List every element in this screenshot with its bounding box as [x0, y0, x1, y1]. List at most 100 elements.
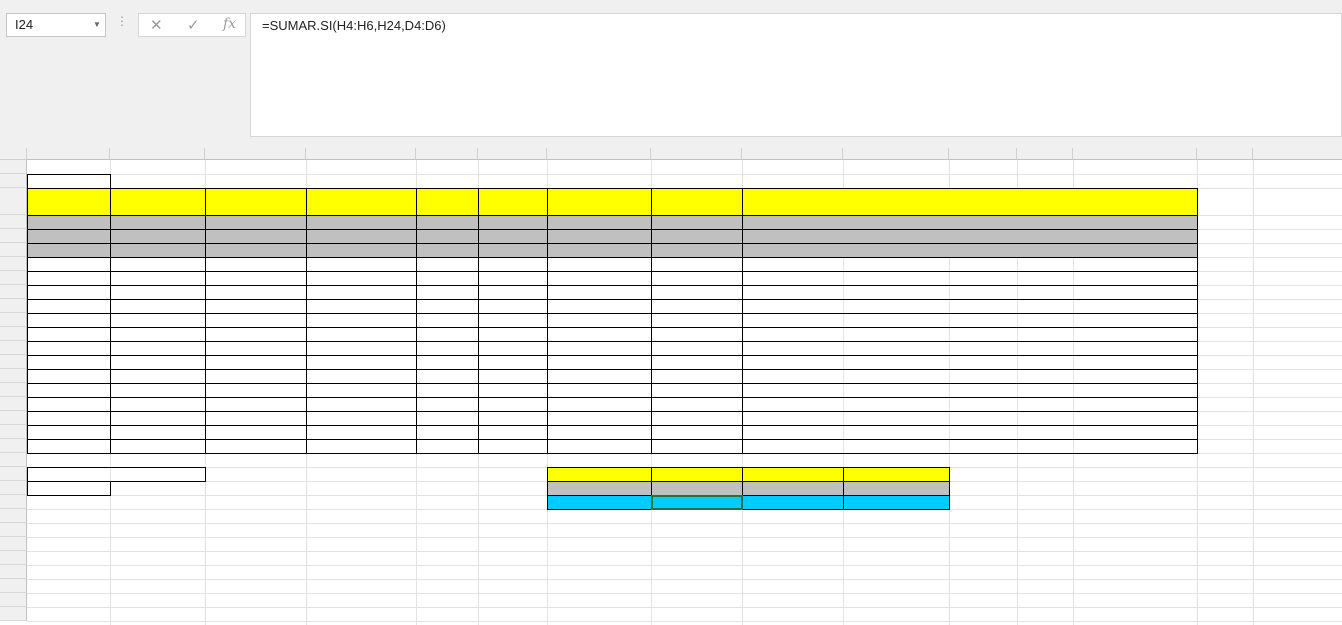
row-header-3[interactable]	[0, 188, 27, 215]
column-header-L[interactable]	[949, 148, 1017, 160]
empty-cell-r13-2[interactable]	[205, 341, 307, 356]
row-header-29[interactable]	[0, 565, 27, 579]
empty-cell-r13-3[interactable]	[306, 341, 417, 356]
empty-cell-r9-0[interactable]	[27, 285, 111, 300]
km-acumulats-value[interactable]	[27, 481, 111, 496]
empty-cell-r14-1[interactable]	[110, 355, 206, 370]
empty-cell-r17-2[interactable]	[205, 397, 307, 412]
empty-cell-r15-7[interactable]	[651, 369, 743, 384]
entry-2-col-7[interactable]	[651, 243, 743, 258]
row-header-28[interactable]	[0, 551, 27, 565]
empty-cell-r11-8[interactable]	[742, 313, 1198, 328]
empty-cell-r9-5[interactable]	[478, 285, 548, 300]
entry-1-col-1[interactable]	[110, 229, 206, 244]
row-header-18[interactable]	[0, 411, 27, 425]
empty-cell-r13-7[interactable]	[651, 341, 743, 356]
empty-cell-r17-6[interactable]	[547, 397, 652, 412]
header-velocitat[interactable]	[306, 188, 417, 216]
empty-cell-r10-0[interactable]	[27, 299, 111, 314]
empty-cell-r20-7[interactable]	[651, 439, 743, 454]
empty-cell-r7-6[interactable]	[547, 257, 652, 272]
empty-cell-r20-1[interactable]	[110, 439, 206, 454]
row-header-22[interactable]	[0, 467, 27, 481]
empty-cell-r18-1[interactable]	[110, 411, 206, 426]
row-header-16[interactable]	[0, 383, 27, 397]
empty-cell-r15-8[interactable]	[742, 369, 1198, 384]
empty-cell-r16-6[interactable]	[547, 383, 652, 398]
empty-cell-r16-3[interactable]	[306, 383, 417, 398]
empty-cell-r11-5[interactable]	[478, 313, 548, 328]
empty-cell-r12-5[interactable]	[478, 327, 548, 342]
empty-cell-r9-2[interactable]	[205, 285, 307, 300]
empty-cell-r7-7[interactable]	[651, 257, 743, 272]
row-header-14[interactable]	[0, 355, 27, 369]
row-header-21[interactable]	[0, 453, 27, 467]
empty-cell-r18-5[interactable]	[478, 411, 548, 426]
row-header-12[interactable]	[0, 327, 27, 341]
empty-cell-r17-8[interactable]	[742, 397, 1198, 412]
empty-cell-r17-7[interactable]	[651, 397, 743, 412]
empty-cell-r11-2[interactable]	[205, 313, 307, 328]
column-header-M[interactable]	[1017, 148, 1073, 160]
empty-cell-r13-1[interactable]	[110, 341, 206, 356]
empty-cell-r11-0[interactable]	[27, 313, 111, 328]
row-header-13[interactable]	[0, 341, 27, 355]
empty-cell-r19-4[interactable]	[416, 425, 479, 440]
entry-2-col-8[interactable]	[742, 243, 1198, 258]
summary-row-1-col-0[interactable]	[547, 495, 652, 510]
empty-cell-r18-6[interactable]	[547, 411, 652, 426]
row-header-19[interactable]	[0, 425, 27, 439]
entry-1-col-3[interactable]	[306, 229, 417, 244]
column-header-F[interactable]	[416, 148, 478, 160]
empty-cell-r8-3[interactable]	[306, 271, 417, 286]
column-header-E[interactable]	[306, 148, 416, 160]
empty-cell-r13-8[interactable]	[742, 341, 1198, 356]
empty-cell-r14-2[interactable]	[205, 355, 307, 370]
header-dia[interactable]	[27, 188, 111, 216]
empty-cell-r20-0[interactable]	[27, 439, 111, 454]
entry-0-col-5[interactable]	[478, 215, 548, 230]
row-header-4[interactable]	[0, 215, 27, 229]
empty-cell-r20-6[interactable]	[547, 439, 652, 454]
empty-cell-r16-5[interactable]	[478, 383, 548, 398]
empty-cell-r8-6[interactable]	[547, 271, 652, 286]
column-header-filler[interactable]	[1253, 148, 1342, 160]
empty-cell-r14-4[interactable]	[416, 355, 479, 370]
empty-cell-r16-4[interactable]	[416, 383, 479, 398]
entry-0-col-6[interactable]	[547, 215, 652, 230]
entry-1-col-2[interactable]	[205, 229, 307, 244]
empty-cell-r17-1[interactable]	[110, 397, 206, 412]
empty-cell-r19-3[interactable]	[306, 425, 417, 440]
header-observacions[interactable]	[742, 188, 1198, 216]
empty-cell-r7-4[interactable]	[416, 257, 479, 272]
row-header-31[interactable]	[0, 593, 27, 607]
empty-cell-r10-5[interactable]	[478, 299, 548, 314]
entry-2-col-3[interactable]	[306, 243, 417, 258]
empty-cell-r10-2[interactable]	[205, 299, 307, 314]
empty-cell-r7-3[interactable]	[306, 257, 417, 272]
entry-0-col-0[interactable]	[27, 215, 111, 230]
header-temps[interactable]	[110, 188, 206, 216]
row-header-24[interactable]	[0, 495, 27, 509]
empty-cell-r12-3[interactable]	[306, 327, 417, 342]
row-header-8[interactable]	[0, 271, 27, 285]
entry-2-col-1[interactable]	[110, 243, 206, 258]
row-header-10[interactable]	[0, 299, 27, 313]
empty-cell-r14-8[interactable]	[742, 355, 1198, 370]
empty-cell-r8-4[interactable]	[416, 271, 479, 286]
empty-cell-r12-4[interactable]	[416, 327, 479, 342]
empty-cell-r12-7[interactable]	[651, 327, 743, 342]
empty-cell-r18-4[interactable]	[416, 411, 479, 426]
empty-cell-r19-8[interactable]	[742, 425, 1198, 440]
empty-cell-r9-6[interactable]	[547, 285, 652, 300]
empty-cell-r10-8[interactable]	[742, 299, 1198, 314]
row-header-1[interactable]	[0, 160, 27, 174]
empty-cell-r18-0[interactable]	[27, 411, 111, 426]
summary-header-2[interactable]	[742, 467, 844, 482]
entry-1-col-6[interactable]	[547, 229, 652, 244]
empty-cell-r20-2[interactable]	[205, 439, 307, 454]
empty-cell-r10-4[interactable]	[416, 299, 479, 314]
row-header-20[interactable]	[0, 439, 27, 453]
empty-cell-r15-4[interactable]	[416, 369, 479, 384]
empty-cell-r9-4[interactable]	[416, 285, 479, 300]
